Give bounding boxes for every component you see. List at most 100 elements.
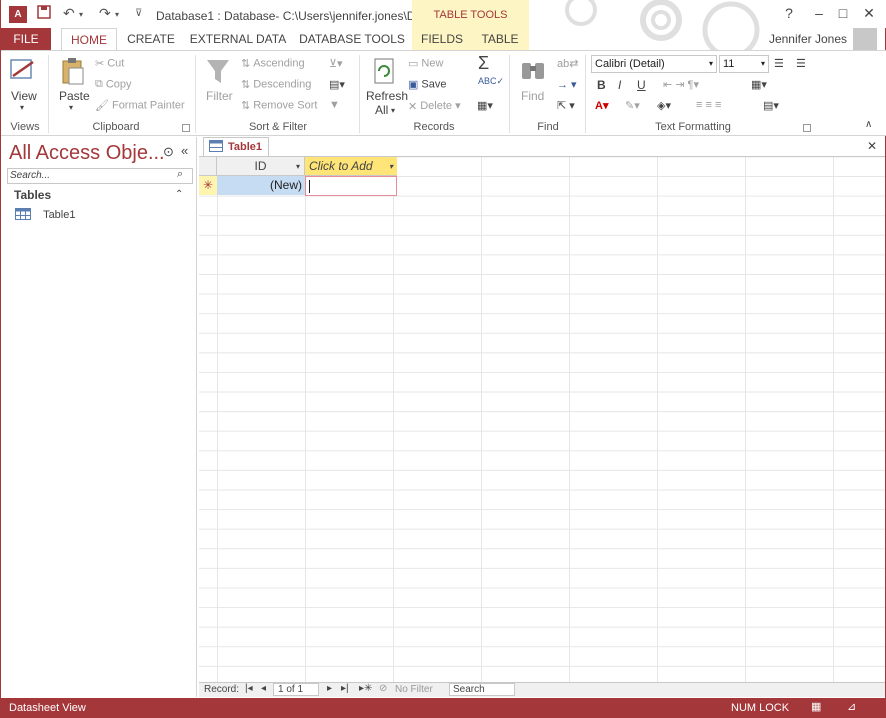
last-record-icon[interactable]: ▸| [341,683,349,694]
cut-button[interactable]: ✂ Cut [95,57,124,70]
restore-button[interactable]: □ [833,5,853,21]
text-formatting-launcher-icon[interactable] [803,124,811,132]
chevron-down-icon[interactable]: ▾ [296,157,300,176]
bullets-icon[interactable]: ☰ [774,57,784,70]
font-name-select[interactable]: Calibri (Detail) ▾ [591,55,717,73]
column-header-click-to-add[interactable]: Click to Add ▾ [305,157,397,176]
new-row-id-cell[interactable]: (New) [217,176,305,195]
gridlines-icon[interactable]: ▦▾ [751,78,767,91]
find-group-label: Find [537,121,559,133]
new-record-button[interactable]: ▭ New [408,57,443,70]
divider [585,55,586,133]
minimize-button[interactable]: – [809,5,829,21]
user-name[interactable]: Jennifer Jones [769,32,847,46]
brush-icon: 🖌 [95,100,109,112]
copy-button[interactable]: ⧉ Copy [95,78,132,91]
column-header-id[interactable]: ID ▾ [217,157,305,176]
close-button[interactable]: ✕ [859,5,879,22]
align-icon[interactable]: ≡ ≡ ≡ [696,99,721,111]
filter-button[interactable]: Filter [206,89,233,103]
new-record-nav-icon[interactable]: ▸✳ [359,683,372,694]
alternate-row-color-icon[interactable]: ▤▾ [763,99,779,112]
tab-table1[interactable]: Table1 [203,137,269,156]
redo-icon[interactable]: ↷ [99,5,111,22]
refresh-button[interactable]: Refresh [366,89,408,103]
font-size-select[interactable]: 11 ▾ [719,55,769,73]
search-icon[interactable]: ⌕ [177,168,183,181]
design-view-icon[interactable]: ⊿ [847,700,856,713]
avatar[interactable] [853,28,877,50]
more-records-icon[interactable]: ▦▾ [477,99,493,112]
no-filter-button[interactable]: No Filter [395,684,433,695]
toggle-filter-icon[interactable]: ▼ [329,99,340,111]
new-record-selector-icon[interactable]: ✳ [199,176,217,195]
next-record-icon[interactable]: ▸ [327,683,332,694]
bold-button[interactable]: B [597,78,606,92]
tab-table[interactable]: TABLE [475,28,525,50]
advanced-filter-icon[interactable]: ▤▾ [329,78,345,91]
collapse-ribbon-icon[interactable]: ∧ [865,119,872,130]
numbering-icon[interactable]: ☰ [796,57,806,70]
active-edit-cell[interactable] [305,176,397,196]
format-painter-button[interactable]: 🖌 Format Painter [95,99,185,112]
redo-dropdown-icon[interactable]: ▾ [115,10,119,19]
nav-item-table1[interactable]: Table1 [15,208,75,223]
italic-button[interactable]: I [618,78,621,92]
select-icon[interactable]: ⇱ ▾ [557,99,575,112]
tab-database-tools[interactable]: DATABASE TOOLS [299,28,405,50]
record-search-input[interactable]: Search [449,683,515,696]
datasheet-grid[interactable]: ID ▾ Click to Add ▾ ✳ (New) [199,156,885,682]
remove-sort-button[interactable]: ⇅ Remove Sort [241,99,317,112]
font-size-value: 11 [723,58,735,70]
delete-record-button[interactable]: ✕ Delete ▾ [408,99,461,113]
close-document-icon[interactable]: ✕ [867,139,877,153]
indent-icon[interactable]: ⇤ ⇥ ¶▾ [663,78,699,91]
record-position-input[interactable]: 1 of 1 [273,683,319,696]
undo-icon[interactable]: ↶ [63,5,75,22]
cut-label: Cut [107,57,125,70]
divider [48,55,49,133]
collapse-group-icon[interactable]: ⌃ [175,189,183,200]
save-icon[interactable] [37,5,51,22]
clipboard-launcher-icon[interactable] [182,124,190,132]
access-app-icon[interactable]: A [9,6,27,23]
undo-dropdown-icon[interactable]: ▾ [79,10,83,19]
view-button[interactable]: View [11,89,37,103]
paste-button[interactable]: Paste [59,89,90,103]
underline-button[interactable]: U [637,78,646,92]
nav-menu-chevron-icon[interactable]: ⊙ [163,144,174,160]
shutter-bar-icon[interactable]: « [181,143,188,158]
spelling-icon[interactable]: ABC✓ [478,76,504,87]
datasheet-view-icon[interactable]: ▦ [811,700,821,713]
tab-file[interactable]: FILE [1,28,51,50]
goto-icon[interactable]: → ▾ [557,78,577,91]
divider [509,55,510,133]
save-record-button[interactable]: ▣ Save [408,78,446,91]
paste-dropdown-icon[interactable]: ▾ [69,103,73,112]
tab-fields[interactable]: FIELDS [417,28,467,50]
find-button[interactable]: Find [521,89,544,103]
view-dropdown-icon[interactable]: ▾ [20,103,24,112]
nav-search-input[interactable]: Search... [7,168,193,184]
tables-group-header[interactable]: Tables [14,188,51,202]
selection-filter-icon[interactable]: ⊻▾ [329,57,343,70]
previous-record-icon[interactable]: ◂ [261,683,266,694]
tab-external-data[interactable]: EXTERNAL DATA [189,28,287,50]
first-record-icon[interactable]: |◂ [245,683,253,694]
tab-home[interactable]: HOME [61,28,117,50]
ascending-button[interactable]: ⇅ Ascending [241,57,305,70]
totals-icon[interactable]: Σ [478,53,489,74]
refresh-dropdown-icon[interactable]: ▾ [391,106,395,115]
fill-color-icon[interactable]: ◈▾ [657,99,671,112]
customize-qat-icon[interactable]: ⊽ [135,8,142,19]
tab-create[interactable]: CREATE [125,28,177,50]
select-all-corner[interactable] [199,157,217,176]
nav-pane-title[interactable]: All Access Obje... [9,142,165,165]
chevron-down-icon[interactable]: ▾ [389,157,393,176]
descending-button[interactable]: ⇅ Descending [241,78,311,91]
replace-icon[interactable]: ab⇄ [557,57,578,70]
highlight-icon[interactable]: ✎▾ [625,99,640,112]
doc-tab-label: Table1 [228,141,263,153]
help-button[interactable]: ? [779,5,799,21]
font-color-icon[interactable]: A▾ [595,99,608,112]
